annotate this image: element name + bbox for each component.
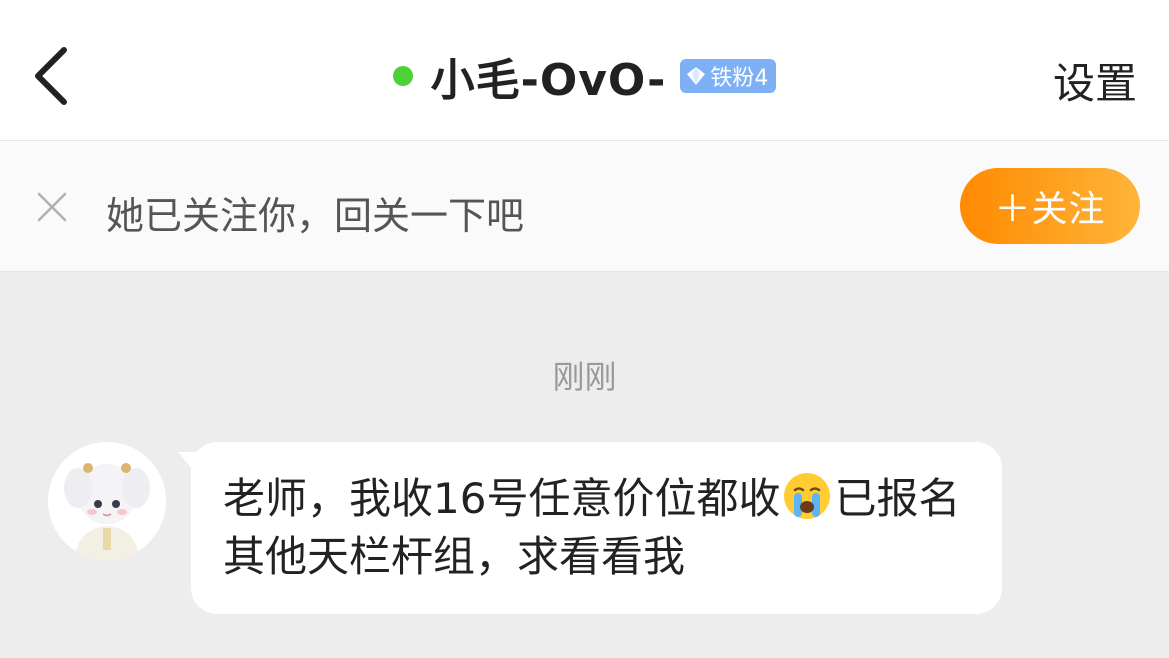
- online-status-dot: [392, 66, 413, 86]
- message-text-part-1: 老师，我收16号任意价位都收: [223, 474, 781, 523]
- contact-avatar[interactable]: [48, 442, 166, 560]
- message-text: 老师，我收16号任意价位都收 已报名其他天栏杆组，求看看我: [223, 470, 972, 586]
- diamond-icon: [687, 67, 706, 85]
- fan-level-text: 铁粉4: [710, 66, 769, 91]
- loudly-crying-face-icon: [784, 473, 831, 519]
- chat-title-group: 小毛-OvO- 铁粉4: [0, 44, 1169, 108]
- fan-level-badge: 铁粉4: [680, 59, 777, 93]
- close-icon[interactable]: [36, 191, 68, 223]
- follow-back-prompt: 她已关注你，回关一下吧: [106, 194, 525, 238]
- follow-button[interactable]: ＋关注: [960, 168, 1140, 244]
- avatar-illustration: [48, 442, 166, 560]
- message-bubble[interactable]: 老师，我收16号任意价位都收 已报名其他天栏杆组，求看看我: [191, 442, 1002, 614]
- settings-button[interactable]: 设置: [1053, 50, 1137, 111]
- chat-header: 小毛-OvO- 铁粉4 设置: [0, 0, 1169, 141]
- message-timestamp: 刚刚: [552, 358, 617, 396]
- follow-back-banner: 她已关注你，回关一下吧 ＋关注: [0, 141, 1169, 272]
- contact-name[interactable]: 小毛-OvO-: [431, 44, 667, 108]
